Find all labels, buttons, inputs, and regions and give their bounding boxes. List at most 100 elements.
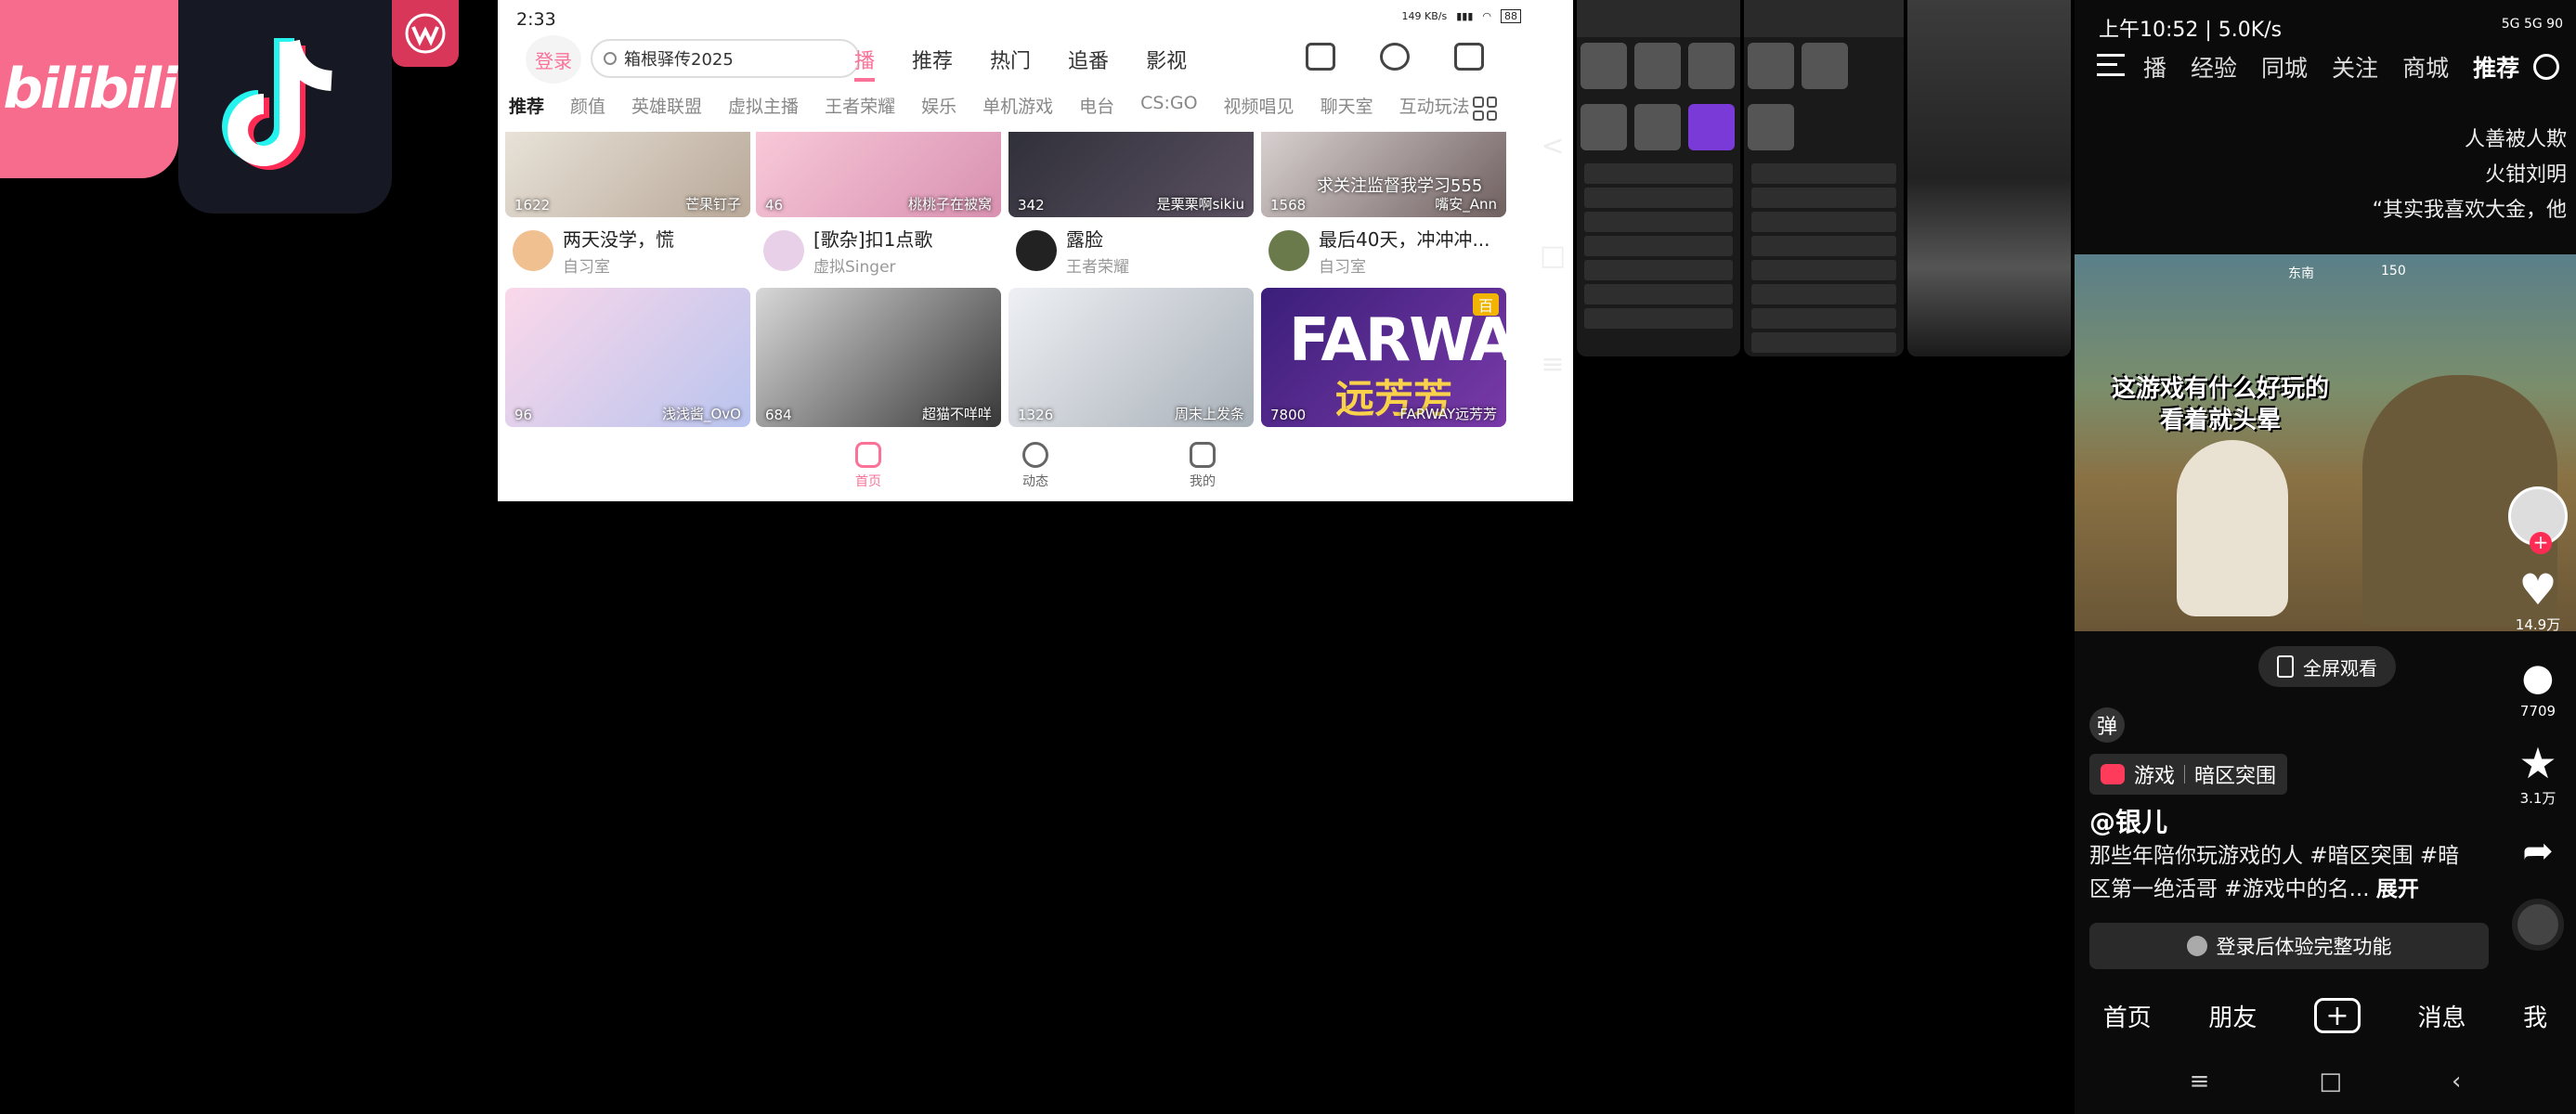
bili-status-bar: 149 KB/s ▮▮▮ ◠ 88 bbox=[1402, 9, 1521, 23]
login-button[interactable]: 登录 bbox=[526, 35, 581, 84]
card-thumbnail: 1622 芒果钉子 bbox=[505, 132, 750, 217]
follow-plus-icon[interactable]: + bbox=[2530, 532, 2552, 554]
category-item[interactable]: 推荐 bbox=[509, 93, 544, 118]
all-categories-icon[interactable] bbox=[1473, 97, 1497, 121]
game-tag[interactable]: 游戏 暗区突围 bbox=[2089, 754, 2288, 795]
search-text: 箱根驿传2025 bbox=[624, 50, 734, 70]
card-title: 最后40天，冲冲冲... bbox=[1319, 228, 1490, 251]
category-item[interactable]: CS:GO bbox=[1140, 93, 1197, 118]
favorite-button[interactable]: ★ 3.1万 bbox=[2518, 742, 2556, 808]
douyin-app-icon[interactable] bbox=[178, 0, 392, 214]
live-card[interactable]: FARWAY 远芳芳 百 7800 FARWAY远芳芳 bbox=[1261, 288, 1506, 427]
tab-following[interactable]: 关注 bbox=[2332, 50, 2378, 84]
card-thumbnail: 1326 周末上发条 bbox=[1008, 288, 1254, 427]
author-avatar[interactable]: + bbox=[2508, 486, 2568, 554]
danmaku-comments: 人善被人欺 火钳刘明 “其实我喜欢大金，他 bbox=[2373, 123, 2567, 228]
video-player[interactable]: 东南 150 这游戏有什么好玩的 看着就头晕 bbox=[2075, 254, 2576, 631]
uploader-name: 桃桃子在被窝 bbox=[907, 196, 992, 213]
menu-icon[interactable]: ≡ bbox=[2190, 1068, 2210, 1095]
search-input[interactable]: 箱根驿传2025 bbox=[591, 39, 860, 78]
music-disc-icon[interactable] bbox=[2512, 899, 2564, 951]
danmaku-toggle[interactable]: 弹 bbox=[2089, 707, 2125, 743]
back-icon[interactable]: < bbox=[1541, 130, 1564, 162]
uploader-name: 嘴安_Ann bbox=[1435, 196, 1497, 213]
gamepad-icon bbox=[2101, 764, 2125, 784]
menu-icon[interactable] bbox=[2097, 54, 2125, 76]
tab-movies[interactable]: 影视 bbox=[1146, 45, 1187, 82]
scan-icon[interactable] bbox=[1306, 43, 1335, 71]
w-app-icon[interactable] bbox=[392, 0, 459, 67]
favorite-count: 3.1万 bbox=[2519, 790, 2556, 807]
category-item[interactable]: 单机游戏 bbox=[982, 93, 1053, 118]
share-icon: ➦ bbox=[2522, 830, 2554, 873]
card-thumbnail: FARWAY 远芳芳 百 7800 FARWAY远芳芳 bbox=[1261, 288, 1506, 427]
author-name[interactable]: @银儿 bbox=[2089, 802, 2167, 839]
side-actions: + ♥ 14.9万 ● 7709 ★ 3.1万 ➦ bbox=[2505, 486, 2570, 951]
music-app-thumbnail[interactable] bbox=[1577, 0, 1740, 356]
tab-anime[interactable]: 追番 bbox=[1068, 45, 1109, 82]
card-thumbnail: 96 浅浅酱_OvO bbox=[505, 288, 750, 427]
live-card[interactable]: 342 是栗栗啊sikiu 露脸 王者荣耀 bbox=[1008, 132, 1254, 284]
nav-messages[interactable]: 消息 bbox=[2418, 999, 2466, 1033]
live-card[interactable]: 96 浅浅酱_OvO bbox=[505, 288, 750, 427]
mail-icon[interactable] bbox=[1454, 43, 1484, 71]
card-category: 自习室 bbox=[563, 258, 610, 277]
music-player-thumbnail[interactable] bbox=[1907, 0, 2071, 356]
view-count: 7800 bbox=[1270, 407, 1307, 423]
category-item[interactable]: 互动玩法 bbox=[1399, 93, 1470, 118]
nav-friends[interactable]: 朋友 bbox=[2208, 999, 2257, 1033]
category-item[interactable]: 王者荣耀 bbox=[825, 93, 895, 118]
search-icon[interactable] bbox=[2533, 54, 2559, 80]
card-thumbnail: 46 桃桃子在被窝 bbox=[756, 132, 1001, 217]
like-button[interactable]: ♥ 14.9万 bbox=[2516, 568, 2560, 634]
tab-live[interactable]: 播 bbox=[2143, 50, 2166, 84]
game-tag-label: 游戏 bbox=[2134, 765, 2176, 788]
star-icon: ★ bbox=[2518, 738, 2557, 788]
category-item[interactable]: 颜值 bbox=[570, 93, 605, 118]
category-item[interactable]: 虚拟主播 bbox=[728, 93, 799, 118]
category-item[interactable]: 英雄联盟 bbox=[631, 93, 702, 118]
back-icon[interactable]: ‹ bbox=[2452, 1068, 2461, 1095]
login-prompt-bar[interactable]: 登录后体验完整功能 bbox=[2089, 923, 2489, 969]
history-icon[interactable] bbox=[1380, 43, 1410, 71]
nav-dynamic[interactable]: 动态 bbox=[1022, 442, 1048, 501]
live-card[interactable]: 1622 芒果钉子 两天没学，慌 自习室 bbox=[505, 132, 750, 284]
dy-top-tabs: 播 经验 同城 关注 商城 推荐 bbox=[2143, 50, 2519, 84]
tab-recommend[interactable]: 推荐 bbox=[2473, 50, 2519, 84]
comment-button[interactable]: ● 7709 bbox=[2520, 656, 2556, 719]
view-count: 46 bbox=[765, 197, 784, 214]
compass-number: 150 bbox=[2381, 264, 2406, 278]
tab-local[interactable]: 同城 bbox=[2261, 50, 2308, 84]
category-item[interactable]: 电台 bbox=[1079, 93, 1114, 118]
nav-mine[interactable]: 我的 bbox=[1190, 442, 1216, 501]
music-app-thumbnail[interactable] bbox=[1744, 0, 1904, 356]
menu-icon[interactable]: ≡ bbox=[1541, 348, 1564, 381]
tab-live[interactable]: 播 bbox=[854, 45, 876, 82]
live-card[interactable]: 1326 周末上发条 bbox=[1008, 288, 1254, 427]
tab-mall[interactable]: 商城 bbox=[2402, 50, 2449, 84]
tab-hot[interactable]: 热门 bbox=[990, 45, 1031, 82]
category-item[interactable]: 聊天室 bbox=[1321, 93, 1373, 118]
bilibili-app-icon[interactable]: bilibili bbox=[0, 0, 178, 178]
view-count: 684 bbox=[765, 407, 792, 423]
home-square-icon[interactable]: □ bbox=[2319, 1068, 2342, 1095]
live-card[interactable]: 46 桃桃子在被窝 [歌杂]扣1点歌 虚拟Singer bbox=[756, 132, 1001, 284]
poster-title: FARWAY bbox=[1289, 306, 1506, 375]
nav-home[interactable]: 首页 bbox=[855, 442, 881, 501]
fullscreen-label: 全屏观看 bbox=[2303, 656, 2377, 680]
expand-link[interactable]: 展开 bbox=[2376, 877, 2419, 901]
category-item[interactable]: 娱乐 bbox=[921, 93, 956, 118]
nav-home[interactable]: 首页 bbox=[2103, 999, 2152, 1033]
top-tabs: 播 推荐 热门 追番 影视 bbox=[854, 45, 1187, 82]
category-item[interactable]: 视频唱见 bbox=[1224, 93, 1295, 118]
create-plus-button[interactable]: + bbox=[2313, 998, 2361, 1033]
tab-experience[interactable]: 经验 bbox=[2191, 50, 2237, 84]
live-card[interactable]: 684 超猫不咩咩 bbox=[756, 288, 1001, 427]
nav-me[interactable]: 我 bbox=[2523, 999, 2547, 1033]
fullscreen-button[interactable]: 全屏观看 bbox=[2258, 646, 2396, 687]
live-card[interactable]: 求关注监督我学习555 1568 嘴安_Ann 最后40天，冲冲冲... 自习室 bbox=[1261, 132, 1506, 284]
home-square-icon[interactable]: □ bbox=[1540, 240, 1566, 272]
tab-recommend[interactable]: 推荐 bbox=[912, 45, 953, 82]
share-button[interactable]: ➦ bbox=[2522, 830, 2554, 873]
bili-status-time: 2:33 bbox=[516, 9, 556, 30]
